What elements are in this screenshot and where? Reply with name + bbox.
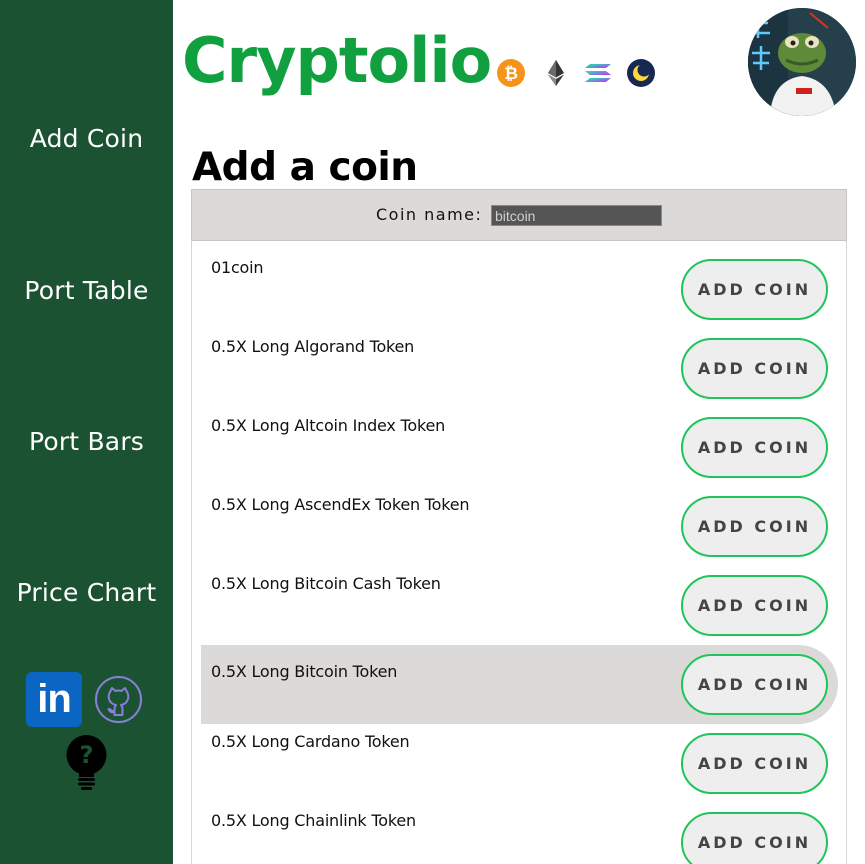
bitcoin-icon: ₿: [497, 59, 525, 87]
svg-text:₿: ₿: [504, 64, 518, 84]
sidebar-item-price-chart[interactable]: Price Chart: [0, 578, 173, 607]
coin-name-label: Coin name:: [376, 205, 483, 224]
terra-luna-icon: [627, 59, 655, 87]
add-coin-button[interactable]: ADD COIN: [681, 654, 828, 715]
search-bar: Coin name:: [191, 189, 847, 241]
list-item: 0.5X Long Cardano Token ADD COIN: [201, 715, 838, 794]
list-item-hovered: 0.5X Long Bitcoin Token ADD COIN: [201, 645, 838, 724]
coin-name: 0.5X Long Chainlink Token: [211, 811, 416, 830]
add-coin-button[interactable]: ADD COIN: [681, 733, 828, 794]
sidebar-item-port-bars[interactable]: Port Bars: [0, 427, 173, 456]
coin-name: 0.5X Long Bitcoin Token: [211, 662, 398, 681]
list-item: 0.5X Long Chainlink Token ADD COIN: [201, 794, 838, 864]
coin-name: 0.5X Long AscendEx Token Token: [211, 495, 470, 514]
user-avatar[interactable]: [748, 8, 856, 116]
list-item: 0.5X Long Bitcoin Cash Token ADD COIN: [201, 557, 838, 636]
add-coin-button[interactable]: ADD COIN: [681, 812, 828, 864]
list-item: 0.5X Long AscendEx Token Token ADD COIN: [201, 478, 838, 557]
add-coin-button[interactable]: ADD COIN: [681, 496, 828, 557]
sidebar-item-add-coin[interactable]: Add Coin: [0, 124, 173, 153]
solana-icon: [584, 59, 612, 87]
svg-text:?: ?: [80, 741, 94, 769]
add-coin-button[interactable]: ADD COIN: [681, 259, 828, 320]
coin-list: 01coin ADD COIN 0.5X Long Algorand Token…: [191, 241, 847, 864]
page-title: Add a coin: [192, 145, 418, 190]
add-coin-button[interactable]: ADD COIN: [681, 417, 828, 478]
help-lightbulb-icon[interactable]: ?: [64, 735, 109, 791]
coin-name: 01coin: [211, 258, 264, 277]
coin-name: 0.5X Long Bitcoin Cash Token: [211, 574, 441, 593]
linkedin-icon[interactable]: in: [26, 672, 82, 727]
list-item: 0.5X Long Algorand Token ADD COIN: [201, 320, 838, 399]
coin-name: 0.5X Long Cardano Token: [211, 732, 410, 751]
coin-name: 0.5X Long Algorand Token: [211, 337, 415, 356]
coin-name-input[interactable]: [491, 205, 662, 226]
ethereum-icon: [542, 59, 570, 87]
list-item: 01coin ADD COIN: [201, 241, 838, 320]
add-coin-button[interactable]: ADD COIN: [681, 338, 828, 399]
github-icon[interactable]: [95, 676, 142, 723]
sidebar-item-port-table[interactable]: Port Table: [0, 276, 173, 305]
list-item: 0.5X Long Altcoin Index Token ADD COIN: [201, 399, 838, 478]
add-coin-button[interactable]: ADD COIN: [681, 575, 828, 636]
coin-name: 0.5X Long Altcoin Index Token: [211, 416, 446, 435]
app-title: Cryptolio: [182, 24, 492, 97]
sidebar: Add Coin Port Table Port Bars Price Char…: [0, 0, 173, 864]
